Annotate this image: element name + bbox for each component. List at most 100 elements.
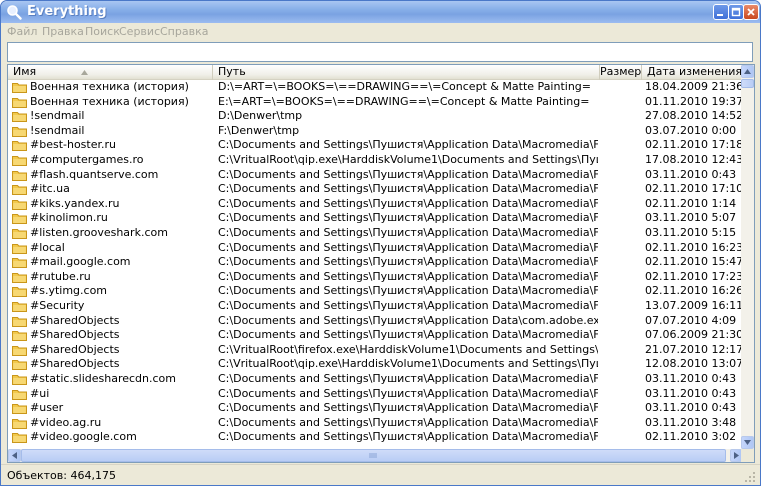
- vertical-scroll-thumb[interactable]: [741, 79, 754, 88]
- object-count: Объектов: 464,175: [7, 469, 116, 482]
- arrow-left-icon: [12, 452, 17, 459]
- size-cell: [600, 343, 638, 358]
- modified-cell: 02.11.2010 16:23: [645, 240, 743, 254]
- name-cell: #rutube.ru: [8, 270, 213, 285]
- search-input[interactable]: [7, 42, 753, 62]
- path-cell: C:\Documents and Settings\Пушистя\Applic…: [218, 401, 598, 415]
- table-row[interactable]: #ui C:\Documents and Settings\Пушистя\App…: [8, 387, 743, 402]
- scroll-down-button[interactable]: [741, 436, 754, 449]
- file-name: #listen.grooveshark.com: [30, 226, 168, 239]
- modified-cell: 21.07.2010 12:17: [645, 342, 743, 356]
- magnifier-icon: [6, 4, 22, 20]
- table-row[interactable]: #s.ytimg.com C:\Documents and Settings\Пу…: [8, 284, 743, 299]
- file-name: #ui: [30, 386, 50, 400]
- path-cell: C:\Documents and Settings\Пушистя\Applic…: [218, 182, 598, 196]
- table-row[interactable]: #static.slidesharecdn.com C:\Documents an…: [8, 372, 743, 387]
- path-cell: C:\Documents and Settings\Пушистя\Applic…: [218, 430, 598, 444]
- menu-bar: Файл Правка Поиск Сервис Справка: [1, 23, 760, 41]
- column-name[interactable]: Имя: [8, 65, 213, 80]
- vertical-scrollbar[interactable]: [741, 65, 754, 449]
- modified-cell: 03.11.2010 5:15: [645, 226, 737, 239]
- path-cell: C:\Documents and Settings\Пушистя\Applic…: [218, 167, 598, 181]
- minimize-button[interactable]: [713, 4, 729, 20]
- menu-file[interactable]: Файл: [7, 25, 37, 38]
- table-row[interactable]: #video.ag.ru C:\Documents and Settings\Пу…: [8, 416, 743, 431]
- table-row[interactable]: #computergames.ro C:\VritualRoot\qip.exe\…: [8, 153, 743, 168]
- folder-icon: [12, 331, 27, 342]
- horizontal-scrollbar[interactable]: [8, 449, 743, 462]
- name-cell: #user: [8, 401, 213, 416]
- table-row[interactable]: #flash.quantserve.com C:\Documents and Se…: [8, 168, 743, 183]
- table-row[interactable]: #local C:\Documents and Settings\Пушистя\…: [8, 241, 743, 256]
- maximize-button[interactable]: [728, 4, 744, 20]
- path-cell: C:\Documents and Settings\Пушистя\Applic…: [218, 415, 598, 429]
- arrow-down-icon: [744, 440, 751, 445]
- path-cell: C:\Documents and Settings\Пушистя\Applic…: [218, 386, 598, 400]
- path-cell: C:\Documents and Settings\Пушистя\Applic…: [218, 255, 598, 269]
- table-row[interactable]: #kinolimon.ru C:\Documents and Settings\П…: [8, 211, 743, 226]
- menu-edit[interactable]: Правка: [42, 25, 84, 38]
- file-name: Военная техника (история): [30, 94, 189, 108]
- size-cell: [600, 153, 638, 168]
- results-list[interactable]: Имя Путь Размер Дата изменения Военная т…: [7, 64, 755, 463]
- size-cell: [600, 372, 638, 387]
- table-row[interactable]: #SharedObjects C:\VritualRoot\qip.exe\Har…: [8, 357, 743, 372]
- horizontal-scroll-thumb[interactable]: [21, 449, 726, 462]
- column-header: Имя Путь Размер Дата изменения: [8, 65, 743, 80]
- table-row[interactable]: #best-hoster.ru C:\Documents and Settings…: [8, 138, 743, 153]
- table-row[interactable]: #Security C:\Documents and Settings\Пушис…: [8, 299, 743, 314]
- column-path[interactable]: Путь: [213, 65, 600, 80]
- table-row[interactable]: !sendmail F:\Denwer\tmp 03.07.2010 0:00: [8, 124, 743, 139]
- folder-icon: [12, 199, 27, 210]
- table-row[interactable]: !sendmail D:\Denwer\tmp 27.08.2010 14:52: [8, 109, 743, 124]
- modified-cell: 03.11.2010 0:43: [645, 401, 737, 415]
- app-window: Everything Файл Правка Поиск Сервис Спра…: [0, 0, 761, 486]
- file-name: #mail.google.com: [30, 255, 131, 269]
- menu-help[interactable]: Справка: [160, 25, 208, 38]
- modified-cell: 02.11.2010 17:23: [645, 269, 743, 283]
- table-row[interactable]: #SharedObjects C:\Documents and Settings\…: [8, 328, 743, 343]
- path-cell: C:\Documents and Settings\Пушистя\Applic…: [218, 313, 598, 327]
- scroll-up-button[interactable]: [741, 65, 754, 78]
- name-cell: #SharedObjects: [8, 357, 213, 372]
- table-row[interactable]: #SharedObjects C:\VritualRoot\firefox.exe…: [8, 343, 743, 358]
- folder-icon: [12, 141, 27, 152]
- table-row[interactable]: #kiks.yandex.ru C:\Documents and Settings…: [8, 197, 743, 212]
- table-row[interactable]: Военная техника (история) E:\=ART=\=BOOKS…: [8, 95, 743, 110]
- folder-icon: [12, 302, 27, 312]
- folder-icon: [12, 170, 27, 181]
- size-cell: [600, 357, 638, 372]
- path-cell: C:\Documents and Settings\Пушистя\Applic…: [218, 284, 598, 298]
- size-cell: [600, 168, 638, 183]
- size-cell: [600, 211, 638, 226]
- folder-icon: [12, 126, 27, 137]
- column-path-label: Путь: [218, 65, 246, 78]
- table-row[interactable]: #itc.ua C:\Documents and Settings\Пушистя…: [8, 182, 743, 197]
- size-cell: [600, 226, 638, 241]
- column-size[interactable]: Размер: [600, 65, 642, 80]
- folder-icon: [12, 433, 27, 444]
- name-cell: #Security: [8, 299, 213, 314]
- table-row[interactable]: #mail.google.com C:\Documents and Setting…: [8, 255, 743, 270]
- table-row[interactable]: Военная техника (история) D:\=ART=\=BOOKS…: [8, 80, 743, 95]
- size-cell: [600, 284, 638, 299]
- scroll-left-button[interactable]: [8, 449, 21, 462]
- size-cell: [600, 328, 638, 343]
- title-bar[interactable]: Everything: [1, 1, 760, 23]
- table-row[interactable]: #video.google.com C:\Documents and Settin…: [8, 430, 743, 445]
- table-row[interactable]: #listen.grooveshark.com C:\Documents and …: [8, 226, 743, 241]
- column-modified[interactable]: Дата изменения: [642, 65, 743, 80]
- name-cell: #ui: [8, 387, 213, 402]
- column-name-label: Имя: [13, 65, 37, 78]
- modified-cell: 02.11.2010 15:47: [645, 255, 743, 269]
- path-cell: C:\Documents and Settings\Пушистя\Applic…: [218, 226, 598, 239]
- table-row[interactable]: #SharedObjects C:\Documents and Settings\…: [8, 314, 743, 329]
- resize-grip-icon[interactable]: [744, 471, 756, 483]
- menu-search[interactable]: Поиск: [85, 25, 120, 38]
- maximize-icon: [731, 7, 741, 17]
- table-row[interactable]: #rutube.ru C:\Documents and Settings\Пуши…: [8, 270, 743, 285]
- menu-tools[interactable]: Сервис: [119, 25, 160, 38]
- folder-icon: [12, 258, 27, 269]
- table-row[interactable]: #user C:\Documents and Settings\Пушистя\A…: [8, 401, 743, 416]
- close-button[interactable]: [743, 4, 759, 20]
